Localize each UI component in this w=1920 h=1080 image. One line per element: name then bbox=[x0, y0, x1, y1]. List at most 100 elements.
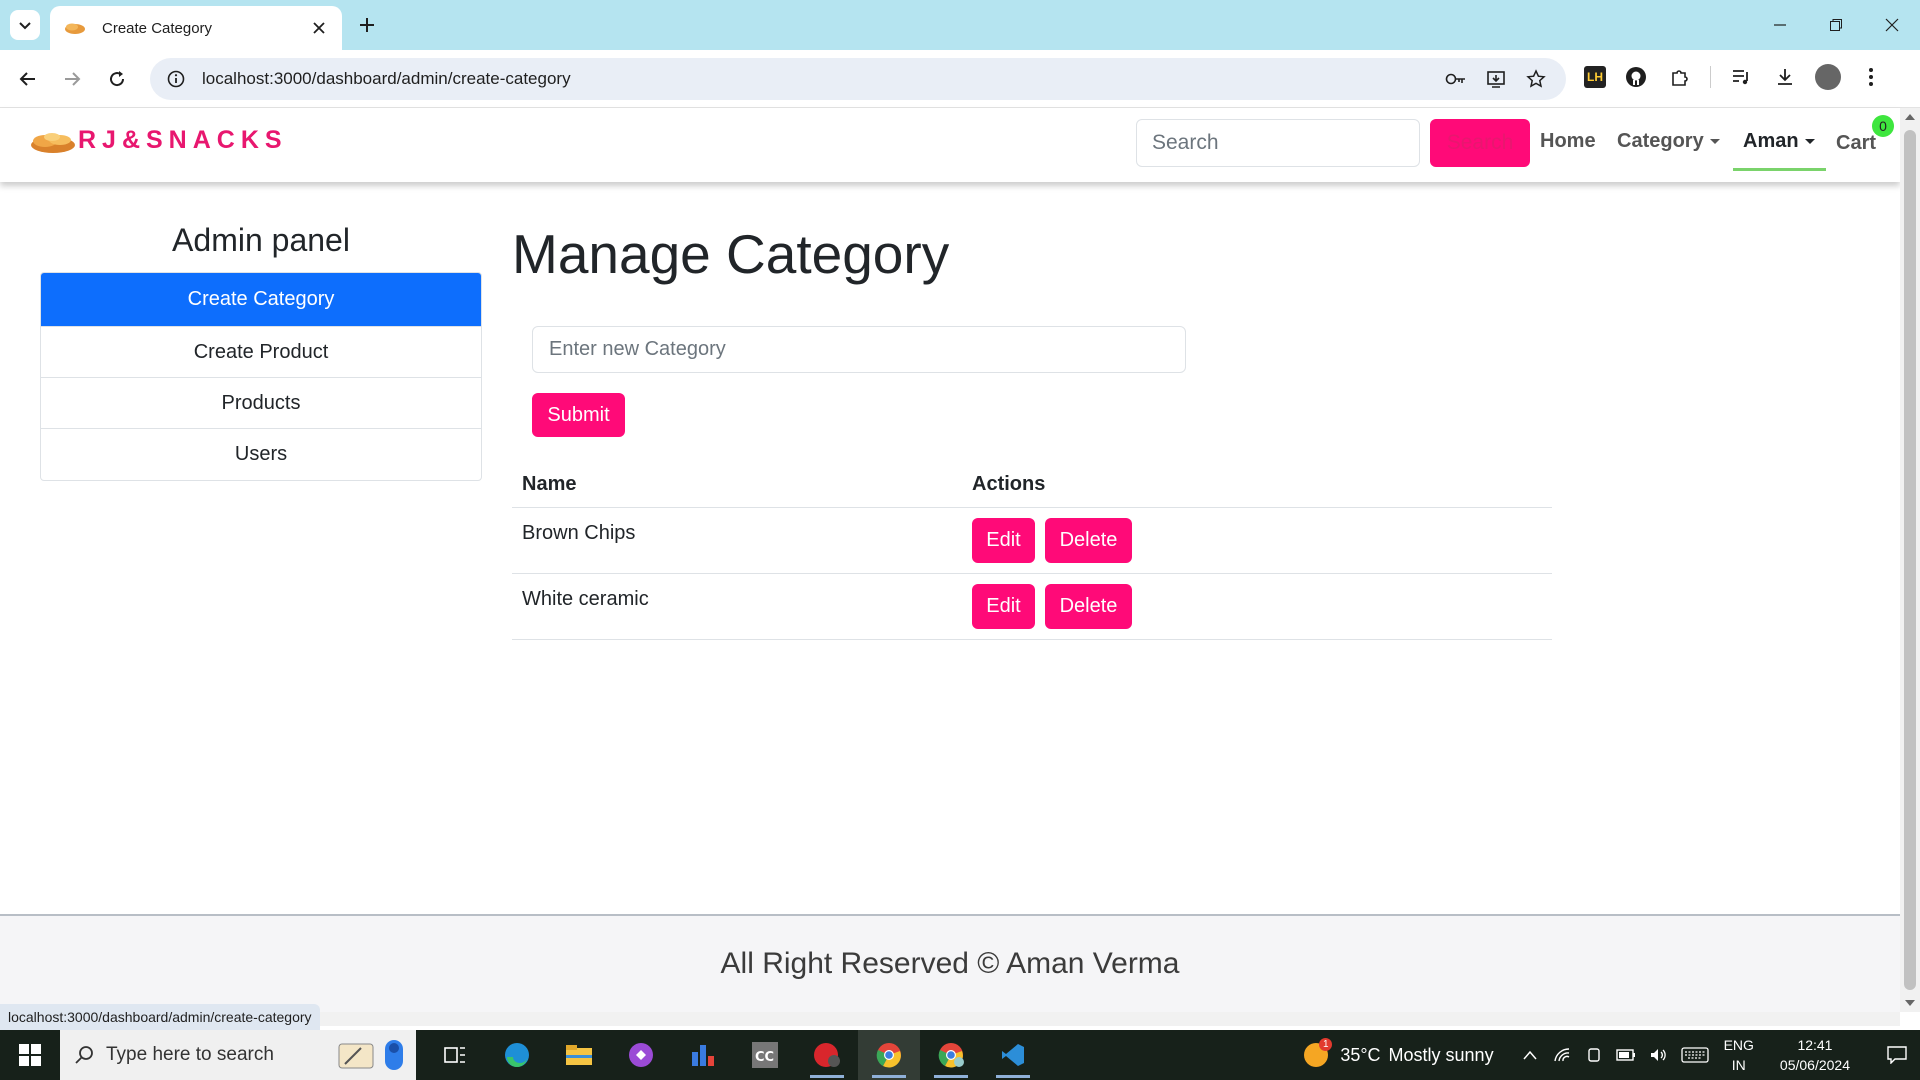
caret-down-icon bbox=[1804, 139, 1815, 144]
install-app-icon[interactable] bbox=[1484, 67, 1508, 91]
chrome-icon[interactable] bbox=[858, 1030, 920, 1080]
tab-search-button[interactable] bbox=[10, 10, 40, 40]
footer-copyright: All Right Reserved © Aman Verma bbox=[720, 947, 1180, 980]
tlauncher-icon[interactable] bbox=[796, 1030, 858, 1080]
edit-button[interactable]: Edit bbox=[972, 584, 1035, 629]
address-bar[interactable]: localhost:3000/dashboard/admin/create-ca… bbox=[150, 58, 1566, 100]
github-extension-icon[interactable] bbox=[1622, 63, 1650, 91]
weather-widget[interactable]: 1 35°C Mostly sunny bbox=[1304, 1038, 1494, 1067]
weather-sun-icon: 1 bbox=[1304, 1038, 1333, 1067]
cc-app-icon[interactable]: CC bbox=[734, 1030, 796, 1080]
arrow-left-icon bbox=[19, 72, 35, 86]
table-row: White ceramic Edit Delete bbox=[512, 574, 1552, 640]
page-title: Manage Category bbox=[512, 223, 950, 285]
taskbar-search-box[interactable]: Type here to search bbox=[60, 1030, 416, 1080]
site-search-button[interactable]: Search bbox=[1430, 119, 1530, 167]
reload-button[interactable] bbox=[101, 63, 133, 95]
nav-home-link[interactable]: Home bbox=[1540, 130, 1596, 153]
visual-studio-icon[interactable] bbox=[610, 1030, 672, 1080]
nav-category-dropdown[interactable]: Category bbox=[1617, 130, 1720, 153]
reload-icon bbox=[110, 71, 125, 87]
input-language-indicator[interactable]: ENG IN bbox=[1724, 1035, 1754, 1075]
start-button[interactable] bbox=[0, 1030, 60, 1080]
search-highlight-icon[interactable] bbox=[326, 1035, 416, 1075]
toolbar-divider bbox=[1710, 66, 1711, 88]
minimize-button[interactable] bbox=[1752, 0, 1808, 50]
nav-cart-link[interactable]: Cart bbox=[1836, 132, 1876, 155]
close-window-button[interactable] bbox=[1864, 0, 1920, 50]
site-footer: All Right Reserved © Aman Verma bbox=[0, 914, 1900, 1012]
browser-titlebar: Create Category bbox=[0, 0, 1920, 50]
password-key-icon[interactable] bbox=[1444, 67, 1468, 91]
url-text[interactable]: localhost:3000/dashboard/admin/create-ca… bbox=[202, 69, 1444, 89]
bookmark-star-icon[interactable] bbox=[1524, 67, 1548, 91]
keyboard-icon[interactable] bbox=[1680, 1045, 1710, 1065]
site-info-icon[interactable] bbox=[164, 67, 188, 91]
windows-logo-icon bbox=[19, 1044, 41, 1066]
cart-count-badge: 0 bbox=[1872, 115, 1894, 137]
task-view-icon[interactable] bbox=[424, 1030, 486, 1080]
media-controls-icon[interactable] bbox=[1727, 63, 1755, 91]
extensions-puzzle-icon[interactable] bbox=[1666, 63, 1694, 91]
vscode-icon[interactable] bbox=[982, 1030, 1044, 1080]
admin-menu: Create Category Create Product Products … bbox=[40, 272, 482, 481]
new-tab-button[interactable] bbox=[352, 10, 382, 40]
new-category-input[interactable]: Enter new Category bbox=[532, 326, 1186, 373]
meet-now-icon[interactable] bbox=[1584, 1045, 1604, 1065]
table-row: Brown Chips Edit Delete bbox=[512, 508, 1552, 574]
category-table: Name Actions Brown Chips Edit Delete Whi… bbox=[512, 462, 1552, 640]
restore-button[interactable] bbox=[1808, 0, 1864, 50]
volume-icon[interactable] bbox=[1648, 1045, 1668, 1065]
brand-link[interactable]: RJ&SNACKS bbox=[28, 126, 288, 155]
chrome-profile-icon[interactable] bbox=[920, 1030, 982, 1080]
admin-menu-create-product[interactable]: Create Product bbox=[41, 327, 481, 378]
system-tray: 1 35°C Mostly sunny ENG IN 12:41 05/06/2… bbox=[1304, 1030, 1920, 1080]
scroll-up-arrow-icon[interactable] bbox=[1905, 114, 1915, 120]
submit-button[interactable]: Submit bbox=[532, 393, 625, 437]
lighthouse-extension-icon[interactable]: LH bbox=[1584, 66, 1606, 88]
taskbar-clock[interactable]: 12:41 05/06/2024 bbox=[1780, 1035, 1850, 1075]
brand-name: RJ&SNACKS bbox=[78, 126, 288, 154]
battery-icon[interactable] bbox=[1615, 1045, 1636, 1065]
charts-app-icon[interactable] bbox=[672, 1030, 734, 1080]
chrome-menu-icon[interactable] bbox=[1857, 63, 1885, 91]
downloads-icon[interactable] bbox=[1771, 63, 1799, 91]
new-category-placeholder: Enter new Category bbox=[549, 338, 726, 360]
tab-close-icon[interactable] bbox=[310, 19, 328, 37]
scroll-down-arrow-icon[interactable] bbox=[1905, 1000, 1915, 1006]
plus-icon bbox=[360, 18, 374, 32]
chevron-up-icon[interactable] bbox=[1520, 1045, 1540, 1065]
admin-panel-title: Admin panel bbox=[172, 222, 350, 258]
wifi-icon[interactable] bbox=[1552, 1045, 1572, 1065]
browser-tab[interactable]: Create Category bbox=[50, 6, 342, 50]
weather-badge: 1 bbox=[1319, 1038, 1333, 1051]
column-header-name: Name bbox=[522, 473, 577, 495]
delete-button[interactable]: Delete bbox=[1045, 518, 1132, 563]
clock-time: 12:41 bbox=[1797, 1037, 1833, 1053]
nav-user-label: Aman bbox=[1743, 130, 1799, 152]
windows-taskbar: Type here to search CC 1 35°C Mostly sun… bbox=[0, 1030, 1920, 1080]
lang-region: IN bbox=[1731, 1057, 1746, 1073]
admin-menu-products[interactable]: Products bbox=[41, 378, 481, 429]
weather-desc: Mostly sunny bbox=[1388, 1044, 1494, 1065]
back-button[interactable] bbox=[12, 63, 44, 95]
active-nav-indicator bbox=[1733, 168, 1826, 171]
admin-menu-users[interactable]: Users bbox=[41, 429, 481, 480]
vertical-scrollbar[interactable] bbox=[1900, 108, 1920, 1012]
scrollbar-thumb[interactable] bbox=[1904, 130, 1916, 990]
window-controls bbox=[1752, 0, 1920, 50]
status-bar-url: localhost:3000/dashboard/admin/create-ca… bbox=[0, 1004, 320, 1030]
admin-menu-create-category[interactable]: Create Category bbox=[41, 273, 481, 327]
table-header: Name Actions bbox=[512, 462, 1552, 508]
site-search-input[interactable]: Search bbox=[1136, 119, 1420, 167]
delete-button[interactable]: Delete bbox=[1045, 584, 1132, 629]
svg-text:CC: CC bbox=[755, 1050, 774, 1065]
nav-user-dropdown[interactable]: Aman bbox=[1743, 130, 1815, 153]
profile-avatar[interactable] bbox=[1815, 64, 1841, 90]
forward-button[interactable] bbox=[56, 63, 88, 95]
file-explorer-icon[interactable] bbox=[548, 1030, 610, 1080]
snacks-logo-icon bbox=[31, 132, 75, 153]
edge-browser-icon[interactable] bbox=[486, 1030, 548, 1080]
edit-button[interactable]: Edit bbox=[972, 518, 1035, 563]
notification-center-icon[interactable] bbox=[1874, 1030, 1920, 1080]
